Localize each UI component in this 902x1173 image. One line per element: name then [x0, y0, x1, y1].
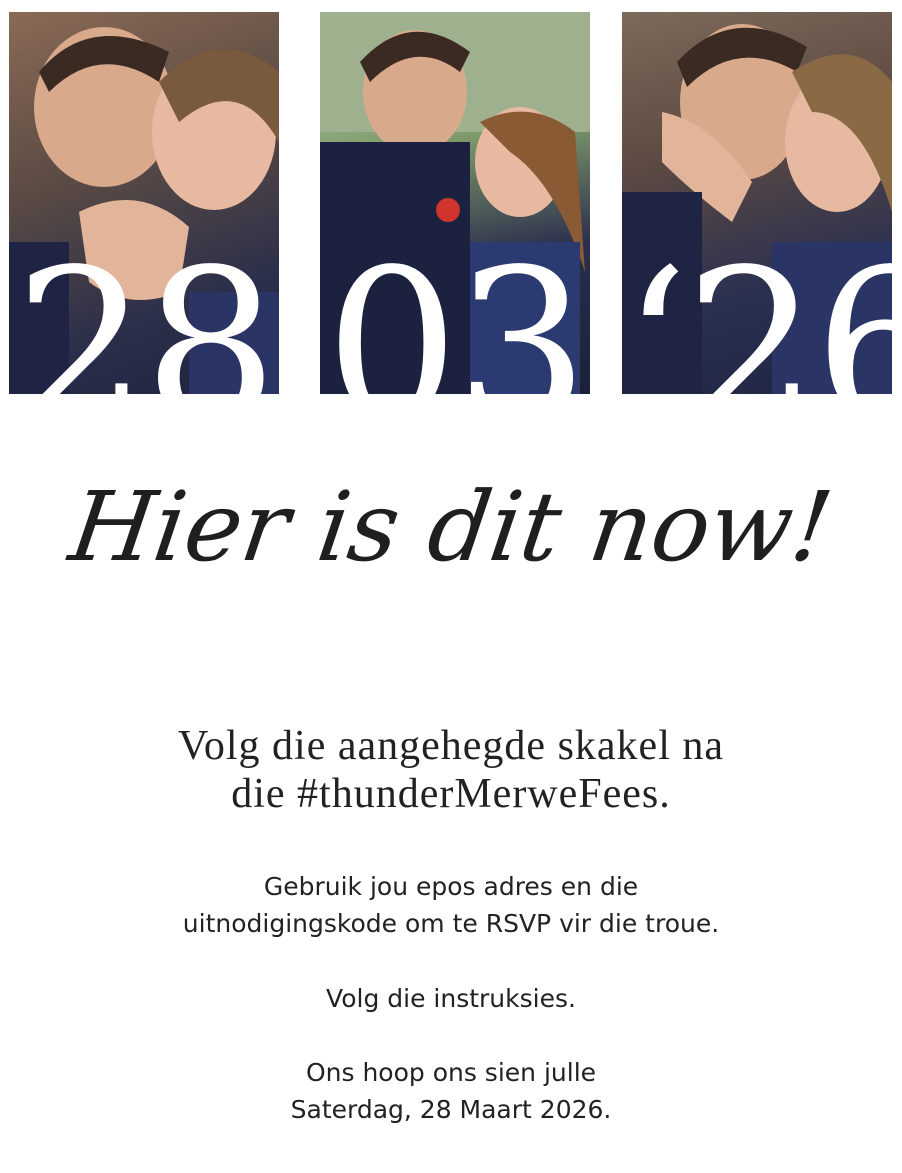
- follow-instructions: Volg die instruksies.: [0, 980, 902, 1017]
- date-day-number: 28: [14, 224, 277, 395]
- rsvp-instructions: Gebruik jou epos adres en die uitnodigin…: [0, 868, 902, 942]
- couple-photo-3: ‘26: [622, 12, 892, 394]
- closing-line-2: Saterdag, 28 Maart 2026.: [290, 1095, 612, 1124]
- follow-line-1: Volg die instruksies.: [326, 984, 576, 1013]
- couple-photo-1: 28: [9, 12, 279, 394]
- lead-line-2: die #thunderMerweFees.: [231, 771, 671, 817]
- closing-line-1: Ons hoop ons sien julle: [305, 1058, 597, 1087]
- rsvp-line-1: Gebruik jou epos adres en die: [263, 872, 639, 901]
- couple-photo-2: 03: [320, 12, 590, 394]
- rsvp-line-2: uitnodigingskode om te RSVP vir die trou…: [182, 909, 720, 938]
- date-month-number: 03: [325, 224, 588, 395]
- photo-row: 28 03 ‘26: [9, 12, 893, 394]
- script-heading: Hier is dit now!: [63, 471, 839, 583]
- date-year-number: ‘26: [622, 224, 892, 395]
- lead-line-1: Volg die aangehegde skakel na: [177, 723, 725, 769]
- closing-message: Ons hoop ons sien julle Saterdag, 28 Maa…: [0, 1054, 902, 1128]
- lead-text: Volg die aangehegde skakel na die #thund…: [0, 722, 902, 818]
